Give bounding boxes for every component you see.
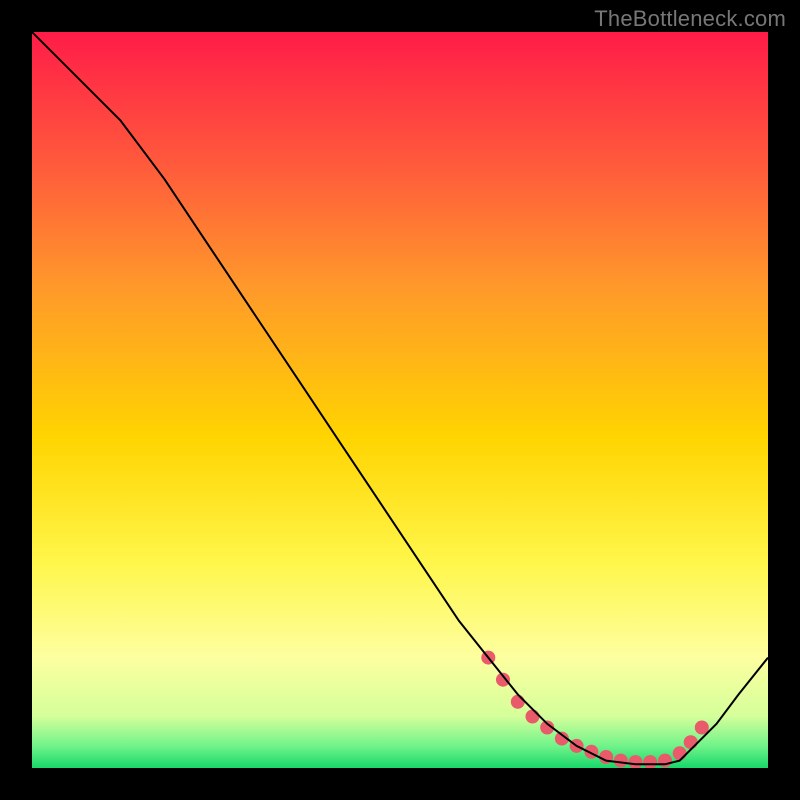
plot-area — [32, 32, 768, 768]
watermark-text: TheBottleneck.com — [594, 6, 786, 32]
chart-frame: TheBottleneck.com — [0, 0, 800, 800]
highlight-dot — [684, 735, 698, 749]
highlight-dot — [614, 754, 628, 768]
gradient-background — [32, 32, 768, 768]
chart-svg — [32, 32, 768, 768]
highlight-dot — [511, 695, 525, 709]
highlight-dot — [658, 754, 672, 768]
highlight-dot — [526, 710, 540, 724]
highlight-dot — [673, 746, 687, 760]
